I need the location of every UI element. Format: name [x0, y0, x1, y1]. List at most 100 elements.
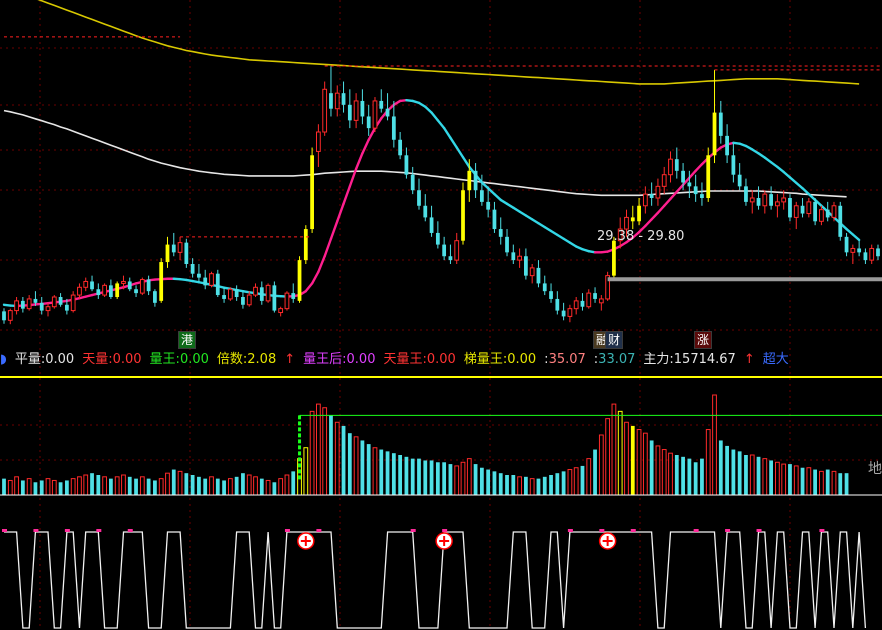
indicator-item: 35.07: [548, 352, 586, 367]
candle-body: [26, 298, 32, 310]
candle-body: [134, 289, 138, 294]
candle: [838, 201, 843, 241]
volume-bar: [642, 432, 648, 496]
volume-bar: [718, 440, 723, 495]
candle-body: [127, 281, 132, 290]
candle-body: [265, 284, 271, 302]
candle: [215, 269, 220, 297]
volume-bar: [291, 471, 296, 495]
volume-bar: [838, 473, 843, 495]
candle-body: [372, 100, 378, 129]
indicator-item: 0.00: [45, 352, 75, 367]
oscillator-top-mark: [96, 529, 102, 532]
volume-bar: [744, 455, 748, 495]
oscillator-top-mark: [630, 529, 636, 532]
candle-body: [479, 190, 484, 202]
buy-signal: [435, 532, 453, 550]
volume-bar: [674, 455, 679, 495]
volume-bar: [253, 476, 258, 496]
volume-bar: [404, 456, 409, 495]
volume-bar: [197, 476, 201, 495]
candle: [297, 256, 302, 303]
volume-bar: [737, 451, 742, 495]
candle-body: [404, 155, 409, 175]
flag-finance[interactable]: 财: [605, 331, 624, 349]
volume-axis-label: 地: [868, 461, 882, 477]
volume-bar: [347, 433, 352, 495]
volume-bar: [636, 429, 642, 496]
candle-body: [630, 217, 635, 222]
oscillator-top-mark: [33, 529, 39, 532]
candle-body: [642, 193, 648, 207]
candle-body: [353, 100, 359, 121]
volume-bar: [617, 410, 623, 496]
volume-bar: [793, 465, 799, 496]
volume-bar: [33, 482, 38, 495]
volume-bar: [649, 440, 654, 495]
indicator-item: 量王:: [149, 352, 180, 367]
candle-body: [712, 112, 717, 156]
candle-body: [448, 256, 453, 261]
flag-limit-up[interactable]: 涨: [694, 331, 713, 349]
volume-bar: [555, 473, 560, 495]
candle-body: [70, 294, 76, 312]
oscillator-top-mark: [599, 529, 605, 532]
candle-body: [7, 310, 13, 321]
candle-body: [209, 273, 214, 286]
candle-body: [731, 155, 736, 175]
volume-bar: [712, 394, 717, 496]
candle-body: [655, 185, 661, 199]
candle-body: [637, 205, 641, 222]
candle-body: [788, 198, 792, 218]
oscillator-top-mark: [725, 529, 731, 532]
volume-bar: [309, 410, 315, 496]
volume-bar: [26, 478, 32, 496]
candle-body: [253, 286, 258, 296]
candle: [813, 198, 818, 226]
volume-bar: [90, 473, 94, 495]
volume-bar: [114, 476, 120, 496]
volume-bar: [316, 403, 321, 496]
volume-bar: [398, 455, 403, 495]
indicator-item: 0.00: [426, 352, 456, 367]
indicator-item: 0.00: [179, 352, 209, 367]
volume-bar: [58, 482, 63, 495]
candle-body: [291, 293, 296, 299]
oscillator-top-mark: [693, 529, 699, 532]
indicator-item: 天量王:: [383, 352, 427, 367]
candle-body: [744, 186, 748, 202]
volume-bar: [121, 474, 126, 496]
volume-bar: [329, 415, 333, 495]
volume-bar: [769, 460, 773, 495]
candle-body: [674, 159, 679, 171]
candle-body: [850, 247, 856, 253]
volume-bar: [391, 453, 396, 495]
volume-bar: [762, 458, 768, 496]
candle-body: [869, 247, 875, 261]
candle: [209, 271, 214, 288]
volume-bar: [435, 462, 440, 495]
candle-body: [838, 205, 843, 237]
candle: [322, 81, 328, 136]
candle-body: [542, 283, 547, 292]
indicator-item: ↑: [743, 352, 755, 367]
volume-bar: [605, 418, 611, 496]
candle-body: [284, 292, 290, 310]
candle: [461, 182, 465, 245]
stock-chart[interactable]: 29.38 - 29.80 地: [0, 0, 882, 630]
volume-bar: [272, 482, 277, 495]
volume-bar: [561, 471, 566, 495]
candle-body: [246, 294, 252, 306]
flag-hk-connect[interactable]: 港: [178, 331, 197, 349]
candle-body: [423, 205, 428, 218]
indicator-item: 2.08: [247, 352, 277, 367]
volume-bar: [102, 476, 107, 496]
candle-body: [197, 273, 201, 278]
candle-body: [442, 244, 447, 257]
candle-body: [215, 273, 220, 296]
volume-bar: [536, 478, 541, 495]
candle-body: [775, 201, 780, 207]
candle-body: [96, 289, 101, 296]
candle-body: [800, 205, 805, 214]
candle-body: [863, 252, 868, 261]
